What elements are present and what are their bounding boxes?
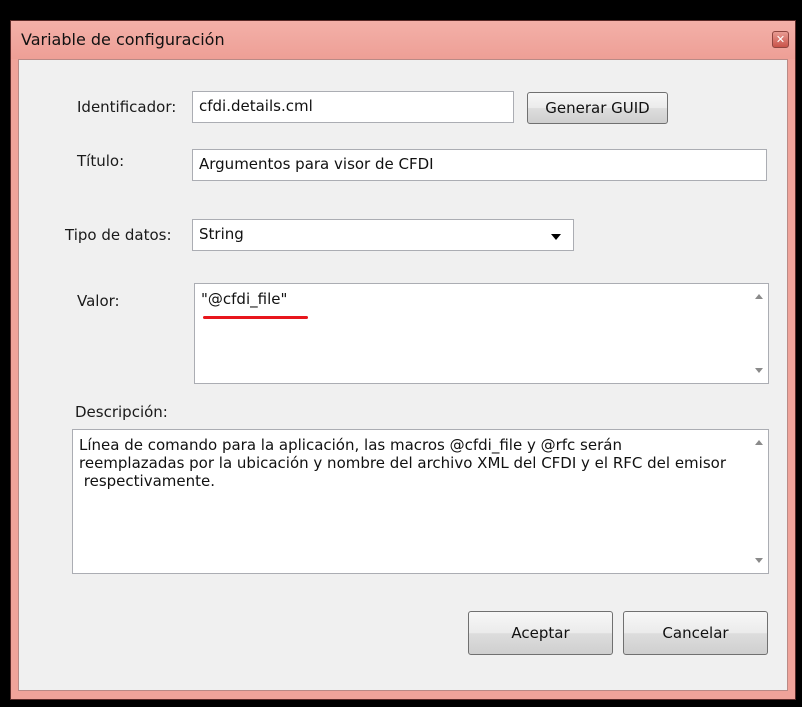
- titulo-input[interactable]: Argumentos para visor de CFDI: [192, 149, 767, 181]
- titulo-value: Argumentos para visor de CFDI: [199, 155, 434, 173]
- red-underline-annotation: [203, 316, 308, 319]
- title-bar[interactable]: Variable de configuración ✕: [11, 21, 795, 59]
- close-button[interactable]: ✕: [772, 31, 789, 48]
- scroll-down-icon[interactable]: [755, 368, 763, 373]
- identificador-label: Identificador:: [77, 98, 177, 116]
- tipo-datos-select[interactable]: String: [192, 219, 574, 251]
- identificador-input[interactable]: cfdi.details.cml: [192, 91, 514, 123]
- descripcion-textarea[interactable]: Línea de comando para la aplicación, las…: [72, 429, 769, 574]
- cancel-button[interactable]: Cancelar: [623, 611, 768, 655]
- window-title: Variable de configuración: [21, 30, 225, 49]
- valor-label: Valor:: [77, 292, 120, 310]
- tipo-datos-value: String: [199, 225, 244, 243]
- accept-button[interactable]: Aceptar: [468, 611, 613, 655]
- descripcion-label: Descripción:: [75, 403, 168, 421]
- valor-value: "@cfdi_file": [201, 290, 288, 308]
- descripcion-scrollbar[interactable]: [750, 430, 768, 573]
- dialog-window: Variable de configuración ✕ Identificado…: [10, 20, 796, 700]
- scroll-up-icon[interactable]: [755, 294, 763, 299]
- scroll-down-icon[interactable]: [755, 558, 763, 563]
- dialog-body: Identificador: cfdi.details.cml Generar …: [18, 59, 788, 691]
- chevron-down-icon: [551, 234, 561, 240]
- close-icon: ✕: [775, 33, 786, 46]
- identificador-value: cfdi.details.cml: [199, 97, 313, 115]
- scroll-up-icon[interactable]: [755, 440, 763, 445]
- tipo-datos-label: Tipo de datos:: [65, 226, 172, 244]
- descripcion-value: Línea de comando para la aplicación, las…: [79, 436, 726, 490]
- generar-guid-button[interactable]: Generar GUID: [527, 92, 668, 124]
- titulo-label: Título:: [77, 152, 125, 170]
- valor-textarea[interactable]: "@cfdi_file": [194, 283, 769, 384]
- valor-scrollbar[interactable]: [750, 284, 768, 383]
